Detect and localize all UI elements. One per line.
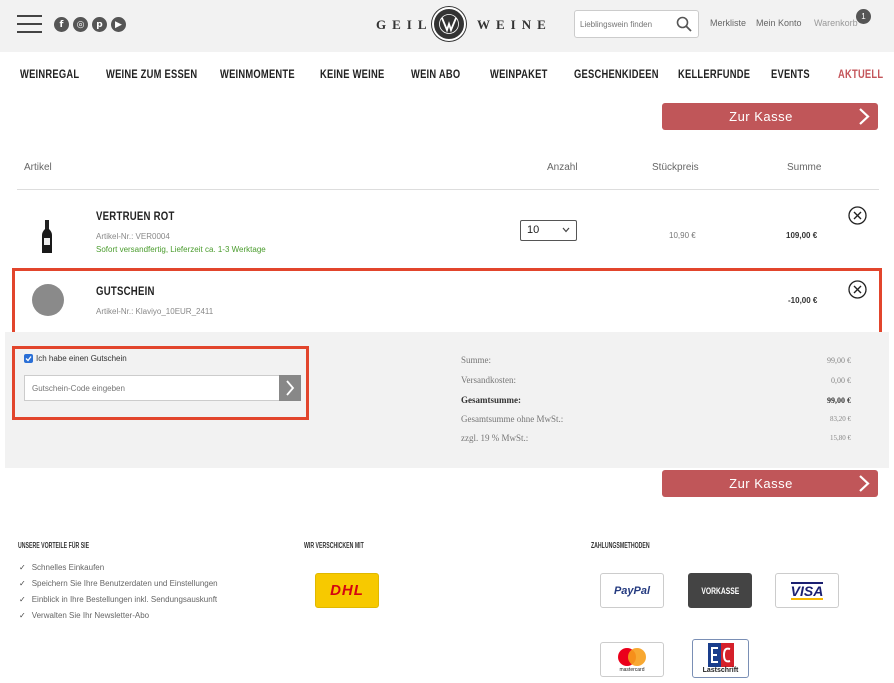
- checkout-label: Zur Kasse: [729, 109, 793, 124]
- summary-label-mwst: zzgl. 19 % MwSt.:: [461, 433, 529, 443]
- vorteil-item: ✓ Einblick in Ihre Bestellungen inkl. Sen…: [19, 595, 218, 604]
- menu-icon[interactable]: [17, 15, 42, 33]
- cart-link[interactable]: Warenkorb: [814, 18, 858, 28]
- logo-text-right: WEINE: [477, 17, 552, 32]
- vorteil-item: ✓ Speichern Sie Ihre Benutzerdaten und Ei…: [19, 579, 218, 588]
- item-sku: Artikel-Nr.: VER0004: [96, 232, 170, 241]
- nav-weinpaket[interactable]: WEINPAKET: [490, 67, 548, 81]
- chevron-right-icon: [859, 108, 870, 125]
- summary-value-mwst: 15,80 €: [830, 434, 851, 442]
- nav-aktuell[interactable]: AKTUELL: [838, 67, 883, 81]
- checkout-label: Zur Kasse: [729, 476, 793, 491]
- main-nav: WEINREGAL WEINE ZUM ESSEN WEINMOMENTE KE…: [0, 52, 894, 96]
- visa-logo: VISA: [775, 573, 839, 608]
- chevron-down-icon: [562, 227, 570, 233]
- vorteil-item: ✓ Schnelles Einkaufen: [19, 563, 105, 572]
- visa-label: VISA: [790, 581, 824, 600]
- col-header-summe: Summe: [787, 162, 822, 173]
- paypal-logo: PayPal: [600, 573, 664, 608]
- nav-weine-zum-essen[interactable]: WEINE ZUM ESSEN: [106, 67, 197, 81]
- logo-icon[interactable]: [432, 7, 466, 41]
- nav-geschenkideen[interactable]: GESCHENKIDEEN: [574, 67, 659, 81]
- nav-weinmomente[interactable]: WEINMOMENTE: [220, 67, 295, 81]
- vorteil-item: ✓ Verwalten Sie Ihr Newsletter-Abo: [19, 611, 150, 620]
- remove-item-icon[interactable]: [848, 206, 867, 225]
- pinterest-icon[interactable]: p: [92, 17, 107, 32]
- dhl-logo: DHL: [315, 573, 379, 608]
- nav-kellerfunde[interactable]: KELLERFUNDE: [678, 67, 750, 81]
- checkmark-icon: ✓: [19, 595, 26, 604]
- item-stock-status: Sofort versandfertig, Lieferzeit ca. 1-3…: [96, 245, 266, 254]
- wine-bottle-image[interactable]: [40, 220, 54, 254]
- col-header-anzahl: Anzahl: [547, 162, 578, 173]
- summary-value-versand: 0,00 €: [831, 376, 851, 385]
- vorkasse-logo: VORKASSE: [688, 573, 752, 608]
- summary-value-gesamt: 99,00 €: [827, 396, 851, 405]
- summary-label-versand: Versandkosten:: [461, 375, 516, 385]
- checkout-button-bottom[interactable]: Zur Kasse: [662, 470, 878, 497]
- summary-label-netto: Gesamtsumme ohne MwSt.:: [461, 414, 564, 424]
- footer-title-versand: WIR VERSCHICKEN MIT: [304, 541, 364, 550]
- nav-weinregal[interactable]: WEINREGAL: [20, 67, 79, 81]
- summary-label-summe: Summe:: [461, 355, 492, 365]
- summary-label-gesamt: Gesamtsumme:: [461, 395, 521, 405]
- mastercard-logo: mastercard: [600, 642, 664, 677]
- mastercard-label: mastercard: [619, 666, 645, 673]
- paypal-label: PayPal: [613, 584, 651, 597]
- ec-icon: [707, 643, 734, 667]
- chevron-right-icon: [859, 475, 870, 492]
- nav-wein-abo[interactable]: WEIN ABO: [411, 67, 460, 81]
- footer-title-vorteile: UNSERE VORTEILE FÜR SIE: [18, 541, 90, 550]
- checkout-button-top[interactable]: Zur Kasse: [662, 103, 878, 130]
- lastschrift-logo: Lastschrift: [692, 639, 749, 678]
- divider: [17, 189, 879, 190]
- mastercard-icon: [618, 647, 646, 666]
- item-unit-price: 10,90 €: [669, 231, 696, 240]
- quantity-select[interactable]: 10: [520, 220, 577, 241]
- highlight-box-voucher-row: [12, 268, 882, 341]
- merkliste-link[interactable]: Merkliste: [710, 18, 746, 28]
- checkmark-icon: ✓: [19, 579, 26, 588]
- checkmark-icon: ✓: [19, 611, 26, 620]
- item-title[interactable]: VERTRUEN ROT: [96, 209, 175, 223]
- header: f ◎ p ▶ GEILE WEINE Merkliste Mein Konto…: [0, 0, 894, 52]
- checkmark-icon: ✓: [19, 563, 26, 572]
- social-links: f ◎ p ▶: [54, 17, 126, 32]
- search-box: [574, 10, 699, 38]
- col-header-stueckpreis: Stückpreis: [652, 162, 699, 173]
- col-header-artikel: Artikel: [24, 162, 52, 173]
- nav-keine-weine[interactable]: KEINE WEINE: [320, 67, 384, 81]
- highlight-box-voucher-input: [12, 346, 309, 420]
- cart-count-badge: 1: [856, 9, 871, 24]
- summary-value-summe: 99,00 €: [827, 356, 851, 365]
- item-sum: 109,00 €: [786, 231, 818, 240]
- vorkasse-label: VORKASSE: [701, 585, 739, 596]
- footer-title-zahlung: ZAHLUNGSMETHODEN: [591, 541, 650, 550]
- nav-events[interactable]: EVENTS: [771, 67, 810, 81]
- search-icon[interactable]: [676, 16, 692, 32]
- quantity-value: 10: [527, 224, 540, 236]
- youtube-icon[interactable]: ▶: [111, 17, 126, 32]
- facebook-icon[interactable]: f: [54, 17, 69, 32]
- account-link[interactable]: Mein Konto: [756, 18, 802, 28]
- search-input[interactable]: [580, 11, 675, 37]
- instagram-icon[interactable]: ◎: [73, 17, 88, 32]
- summary-value-netto: 83,20 €: [830, 415, 851, 423]
- lastschrift-label: Lastschrift: [702, 667, 739, 674]
- dhl-label: DHL: [330, 582, 364, 599]
